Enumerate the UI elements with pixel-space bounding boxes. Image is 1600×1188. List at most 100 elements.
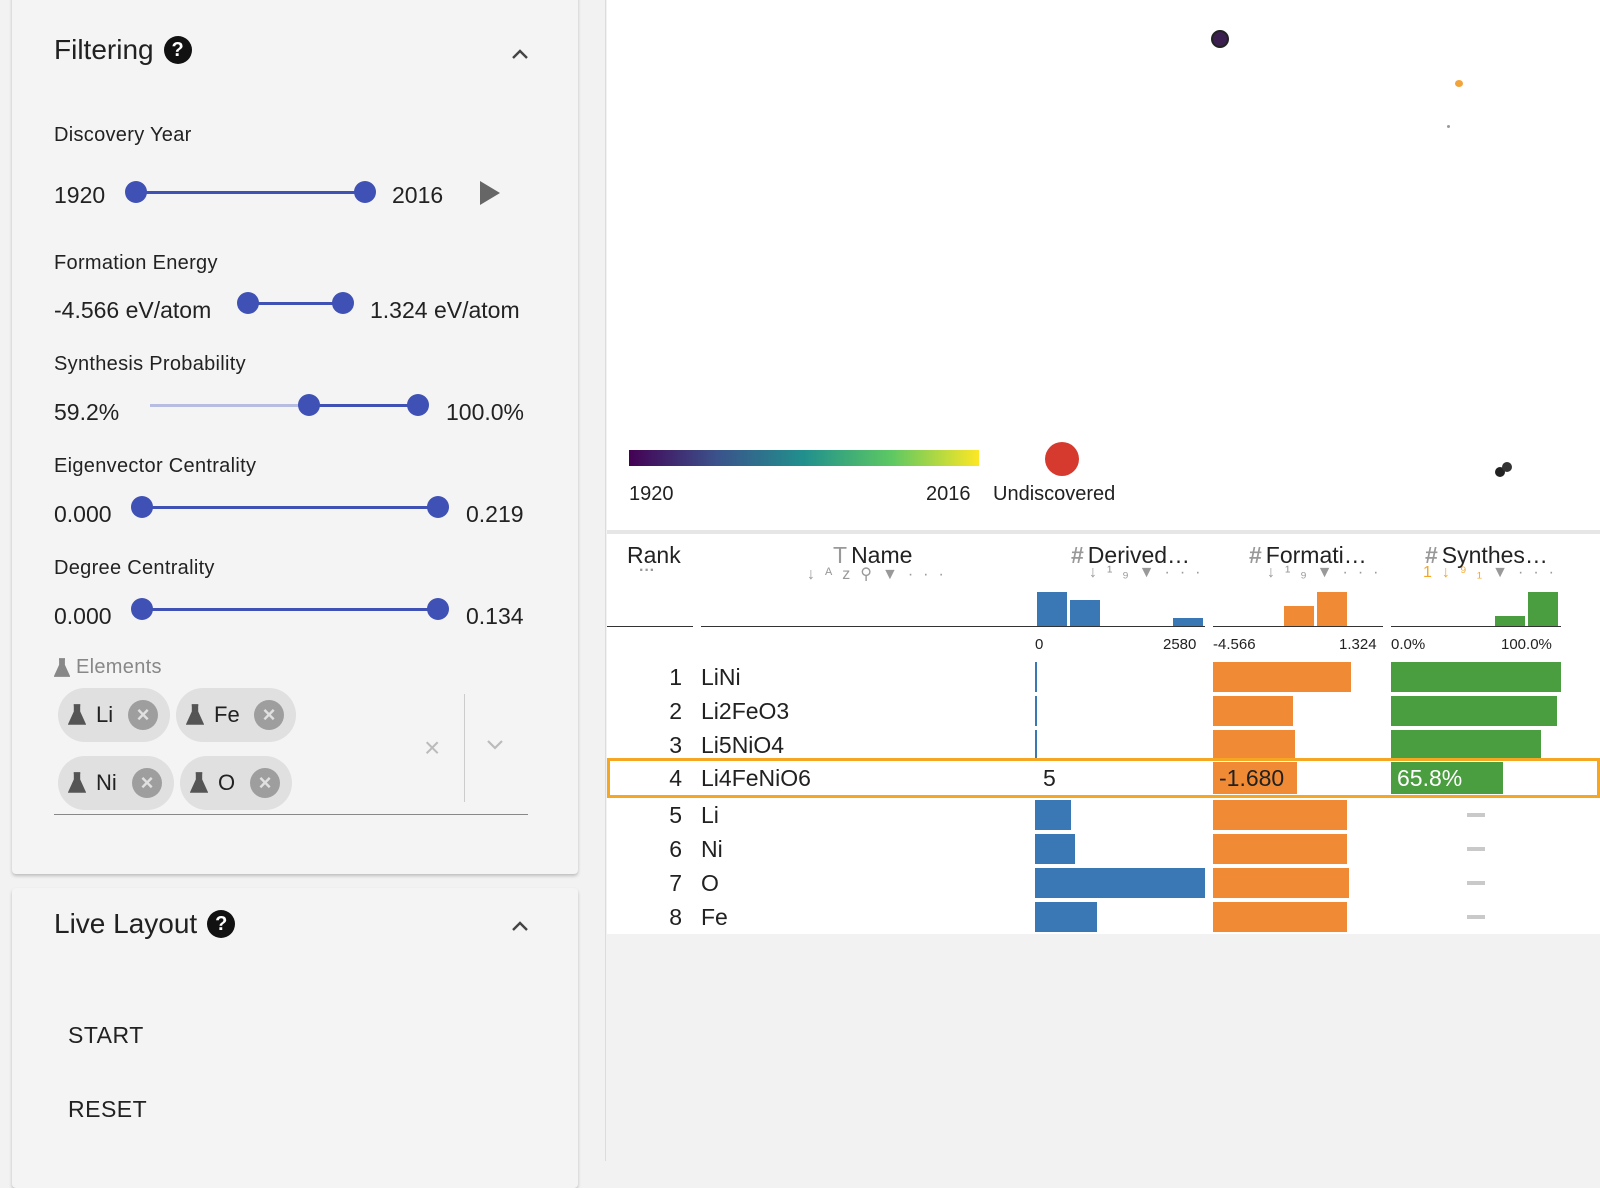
synthesis-probability-min-handle[interactable] [298,394,320,416]
formation-bar [1213,730,1295,760]
filter-icon[interactable]: ▼ [1139,564,1165,581]
name-column-actions[interactable]: ↓ᴬz⚲▼··· [807,564,954,584]
network-node[interactable] [1211,30,1229,48]
element-chip-fe[interactable]: Fe × [176,688,296,742]
network-node[interactable] [1502,462,1512,472]
synthesis-column-actions[interactable]: 1↓⁹₁▼··· [1423,564,1564,582]
filter-icon[interactable]: ▼ [1492,564,1518,581]
row-name: Li4FeNiO6 [701,765,811,791]
clear-all-icon[interactable]: × [424,732,440,764]
chevron-up-icon[interactable] [510,916,530,936]
formation-energy-label: Formation Energy [54,252,218,274]
flask-icon [186,704,204,725]
degree-centrality-min: 0.000 [54,603,112,629]
discovery-year-min: 1920 [54,182,106,208]
sort-alpha-icon[interactable]: ↓ᴬz [807,566,860,583]
rank-axis-line [607,626,693,627]
more-icon[interactable]: ··· [639,562,655,580]
colorbar-max-label: 2016 [926,483,971,505]
formation-column-actions[interactable]: ↓¹₉▼··· [1267,564,1389,582]
row-rank: 6 [669,836,682,862]
formation-bar [1213,800,1347,830]
synthesis-probability-track-inactive [150,404,310,407]
chevron-down-icon[interactable] [484,736,506,752]
eigenvector-centrality-min: 0.000 [54,501,112,527]
search-icon[interactable]: ⚲ [860,566,882,583]
derived-bar [1035,662,1037,692]
more-icon[interactable]: ··· [1343,564,1389,581]
filter-icon[interactable]: ▼ [1317,564,1343,581]
element-chip-li[interactable]: Li × [58,688,170,742]
remove-chip-icon[interactable]: × [250,768,280,798]
network-visualization[interactable]: 1920 2016 Undiscovered [607,0,1600,530]
formation-energy-min-handle[interactable] [237,292,259,314]
network-node[interactable] [1455,80,1463,87]
chevron-up-icon[interactable] [510,44,530,64]
start-button[interactable]: START [68,1022,144,1049]
year-colorbar [629,450,979,466]
sort-desc-active-icon[interactable]: 1↓⁹₁ [1423,564,1492,581]
name-axis-line [701,626,1035,627]
derived-bar [1035,730,1037,760]
table-row[interactable]: 5 Li [607,798,1600,832]
element-chip-ni[interactable]: Ni × [58,756,174,810]
sort-numeric-icon[interactable]: ↓¹₉ [1267,564,1317,581]
table-row[interactable]: 6 Ni [607,832,1600,866]
row-name: Ni [701,836,723,862]
table-row-selected[interactable]: 4 Li4FeNiO6 5 -1.680 65.8% [607,758,1600,798]
live-layout-panel: Live Layout ? START RESET [12,888,578,1188]
synthesis-axis-max: 100.0% [1501,636,1552,653]
help-icon[interactable]: ? [163,36,192,64]
remove-chip-icon[interactable]: × [254,700,284,730]
more-icon[interactable]: ··· [1165,564,1211,581]
eigenvector-centrality-max-handle[interactable] [427,496,449,518]
degree-centrality-label: Degree Centrality [54,557,215,579]
synthesis-probability-track [309,404,419,407]
missing-value-dash [1467,847,1485,851]
synthesis-histogram-bar [1495,616,1525,626]
degree-centrality-min-handle[interactable] [131,598,153,620]
derived-axis-max: 2580 [1163,636,1197,653]
eigenvector-centrality-min-handle[interactable] [131,496,153,518]
row-rank: 5 [669,802,682,828]
table-row[interactable]: 1 LiNi [607,660,1600,694]
degree-centrality-max-handle[interactable] [427,598,449,620]
filter-icon[interactable]: ▼ [882,566,908,583]
reset-button[interactable]: RESET [68,1096,147,1123]
discovery-year-max-handle[interactable] [354,181,376,203]
formation-energy-max-handle[interactable] [332,292,354,314]
discovery-year-min-handle[interactable] [125,181,147,203]
formation-histogram-bar [1317,592,1347,626]
filtering-title-label: Filtering [54,34,154,65]
formation-axis-line [1213,626,1383,627]
table-row[interactable]: 8 Fe [607,900,1600,934]
element-chip-o[interactable]: O × [180,756,292,810]
help-icon[interactable]: ? [207,910,236,938]
synthesis-value: 65.8% [1397,765,1463,791]
select-divider [464,694,465,802]
synthesis-histogram-bar [1528,592,1558,626]
formation-bar [1213,696,1293,726]
missing-value-dash [1467,813,1485,817]
discovery-year-max: 2016 [392,182,444,208]
formation-energy-min: -4.566 eV/atom [54,297,212,323]
more-icon[interactable]: ··· [1518,564,1564,581]
derived-column-actions[interactable]: ↓¹₉▼··· [1089,564,1211,582]
table-row[interactable]: 3 Li5NiO4 [607,728,1600,762]
more-icon[interactable]: ··· [908,566,954,583]
remove-chip-icon[interactable]: × [132,768,162,798]
synthesis-probability-max-handle[interactable] [407,394,429,416]
network-node[interactable] [1447,125,1450,128]
remove-chip-icon[interactable]: × [128,700,158,730]
discovery-year-label: Discovery Year [54,124,192,146]
table-row[interactable]: 2 Li2FeO3 [607,694,1600,728]
row-rank: 2 [669,698,682,724]
sort-numeric-icon[interactable]: ↓¹₉ [1089,564,1139,581]
row-name: Li [701,802,719,828]
play-icon[interactable] [480,181,500,205]
element-chip-label: Li [96,702,114,727]
element-chip-label: Ni [96,770,117,795]
formation-energy-track [248,302,344,305]
live-layout-title: Live Layout ? [54,908,236,940]
table-row[interactable]: 7 O [607,866,1600,900]
